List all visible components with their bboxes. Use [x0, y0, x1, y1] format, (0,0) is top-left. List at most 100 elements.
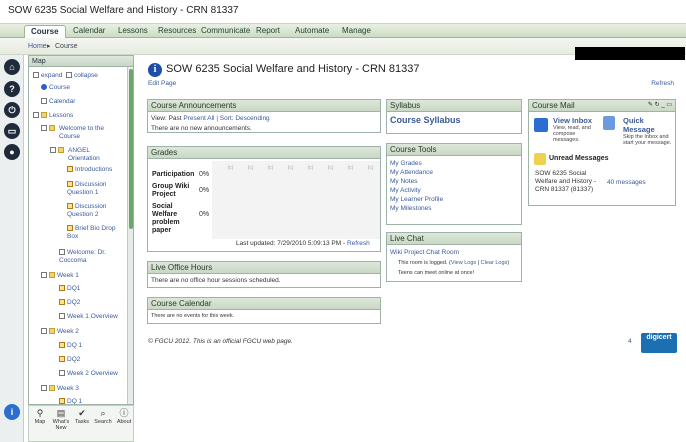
tool-my-attendance[interactable]: My Attendance [390, 168, 518, 177]
grade-column-marker: |c| [348, 165, 354, 171]
map-item-w3-dq1[interactable]: DQ 1 [59, 398, 82, 404]
filter-present[interactable]: Present [183, 115, 205, 122]
syllabus-link[interactable]: Course Syllabus [387, 112, 521, 128]
tool-my-learner-profile[interactable]: My Learner Profile [390, 195, 518, 204]
tab-manage[interactable]: Manage [336, 25, 377, 38]
map-item-welcome-label[interactable]: Welcome to the Course [59, 125, 115, 141]
scrollbar-thumb[interactable] [129, 69, 133, 229]
chat-logged: This room is logged. (View Logs | Clear … [390, 258, 518, 268]
user-icon[interactable]: ● [4, 144, 20, 160]
tool-label: What's New [52, 419, 70, 431]
tool-my-grades[interactable]: My Grades [390, 159, 518, 168]
quick-message-label: Quick Message [623, 116, 655, 134]
chat-room-link[interactable]: Wiki Project Chat Room [390, 248, 518, 258]
map-tools: ⚲ Map ▤ What's New ✔ Tasks ⌕ Search ⓘ About [28, 405, 134, 442]
map-item-dropbox[interactable]: Brief Bio Drop Box [67, 225, 121, 241]
doc-icon [59, 370, 65, 377]
tool-about[interactable]: ⓘ About [114, 408, 134, 425]
edit-icon [59, 356, 65, 363]
unread-count-link[interactable]: 40 messages [607, 179, 646, 186]
tool-whats-new[interactable]: ▤ What's New [51, 408, 71, 431]
breadcrumb-home[interactable]: Home [28, 38, 47, 55]
breadcrumb-current: Course [55, 43, 78, 50]
map-item-label: Introductions [75, 166, 113, 173]
map-item-w2-dq2[interactable]: DQ2 [59, 356, 80, 364]
filter-sort[interactable]: | Sort: Descending [216, 115, 269, 122]
map-item-w1-overview[interactable]: Week 1 Overview [59, 313, 118, 321]
map-item-w2-dq1[interactable]: DQ 1 [59, 342, 82, 350]
unread-messages-title: Unread Messages [549, 155, 609, 162]
map-item-w1-dq1[interactable]: DQ1 [59, 285, 80, 293]
edit-icon[interactable]: ✎ [648, 102, 653, 108]
envelope-icon [534, 153, 546, 165]
collapse-label: collapse [74, 72, 98, 79]
map-item-week1[interactable]: Week 1 [41, 272, 79, 280]
filter-view-past[interactable]: View: Past [151, 115, 182, 122]
tab-automate[interactable]: Automate [289, 25, 335, 38]
map-item-label: Lessons [49, 112, 74, 119]
tab-communicate[interactable]: Communicate [195, 25, 256, 38]
grade-column-marker: |c| [288, 165, 294, 171]
live-chat-widget: Live Chat Wiki Project Chat Room This ro… [386, 232, 522, 282]
tab-calendar[interactable]: Calendar [67, 25, 111, 38]
widget-controls: ✎ ↻ _ ▭ [648, 101, 672, 108]
map-item-w2-overview[interactable]: Week 2 Overview [59, 370, 118, 378]
help-icon[interactable]: ? [4, 81, 20, 97]
expand-link[interactable]: expand [33, 72, 62, 80]
map-item-welcome-dr[interactable]: Welcome: Dr. Coccoma [59, 249, 117, 265]
map-item-welcome[interactable] [41, 125, 57, 133]
tool-map[interactable]: ⚲ Map [30, 408, 50, 425]
view-inbox[interactable]: View Inbox View, read, and compose messa… [553, 116, 601, 143]
power-icon[interactable]: ⏻ [4, 102, 20, 118]
updated-text: Last updated: 7/29/2010 5:09:13 PM - [236, 240, 347, 247]
home-icon[interactable]: ⌂ [4, 59, 20, 75]
collapse-link[interactable]: collapse [66, 72, 98, 80]
view-logs-link[interactable]: View Logs [451, 260, 476, 266]
tab-course[interactable]: Course [24, 25, 66, 38]
tool-search[interactable]: ⌕ Search [93, 408, 113, 425]
refresh-link[interactable]: Refresh [651, 80, 674, 87]
view-inbox-label: View Inbox [553, 116, 593, 125]
calendar-widget: Course Calendar There are no events for … [147, 297, 381, 324]
tab-lessons[interactable]: Lessons [112, 25, 154, 38]
digicert-logo[interactable]: digicert [641, 333, 677, 353]
chat-logged-end: ) [507, 260, 510, 266]
filter-all[interactable]: All [207, 115, 214, 122]
map-item-week3[interactable]: Week 3 [41, 385, 79, 393]
clear-logs-link[interactable]: Clear Logs [481, 260, 508, 266]
grades-refresh-link[interactable]: Refresh [347, 240, 370, 247]
map-item-dq1[interactable]: Discussion Question 1 [67, 181, 119, 197]
doc-icon [59, 313, 65, 320]
map-item-calendar[interactable]: Calendar [41, 98, 75, 106]
map-item-week2[interactable]: Week 2 [41, 328, 79, 336]
map-panel: Map expand collapse Course Calendar Less… [28, 55, 134, 405]
maximize-icon[interactable]: ▭ [666, 102, 672, 108]
map-item-course[interactable]: Course [41, 84, 70, 92]
edit-icon [59, 285, 65, 292]
map-item-lessons[interactable]: Lessons [33, 112, 73, 120]
minus-icon [41, 385, 47, 392]
main-content: i SOW 6235 Social Welfare and History - … [138, 47, 686, 442]
minimize-icon[interactable]: _ [661, 102, 664, 108]
quick-message[interactable]: Quick Message Skip the Inbox and start y… [623, 116, 675, 146]
map-item-dq2[interactable]: Discussion Question 2 [67, 203, 119, 219]
edit-page-link[interactable]: Edit Page [148, 80, 176, 87]
map-item-introductions[interactable]: Introductions [67, 166, 112, 174]
map-item-angel[interactable] [50, 147, 66, 155]
info-icon [41, 84, 47, 91]
info-icon[interactable]: i [4, 404, 20, 420]
tool-my-activity[interactable]: My Activity [390, 186, 518, 195]
map-item-label: Welcome: Dr. Coccoma [59, 249, 106, 264]
tool-my-milestones[interactable]: My Milestones [390, 204, 518, 213]
folder-icon[interactable]: ▭ [4, 123, 20, 139]
map-scrollbar[interactable] [127, 67, 133, 404]
tool-tasks[interactable]: ✔ Tasks [72, 408, 92, 425]
refresh-icon[interactable]: ↻ [655, 102, 660, 108]
map-item-w1-dq2[interactable]: DQ2 [59, 299, 80, 307]
tool-my-notes[interactable]: My Notes [390, 177, 518, 186]
tool-label: Map [34, 419, 46, 425]
grade-label: Participation [152, 171, 195, 178]
tab-report[interactable]: Report [250, 25, 286, 38]
quick-message-desc: Skip the Inbox and start your message. [623, 134, 672, 146]
map-item-angel-label[interactable]: ANGEL Orientation [68, 147, 106, 163]
